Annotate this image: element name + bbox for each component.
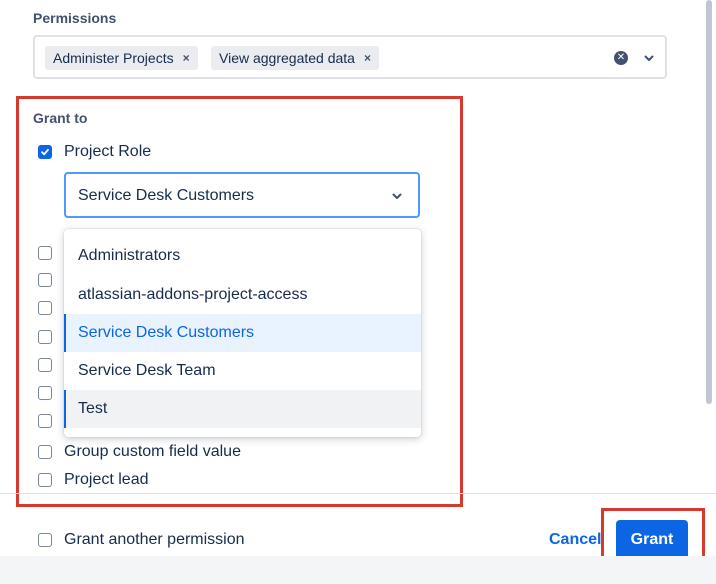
project-role-select[interactable]: Service Desk Customers — [64, 172, 420, 218]
grant-option-checkbox[interactable] — [38, 386, 52, 400]
project-lead-label: Project lead — [64, 471, 149, 488]
cancel-button[interactable]: Cancel — [549, 531, 601, 549]
grant-option-checkbox[interactable] — [38, 414, 52, 428]
group-custom-field-checkbox[interactable] — [38, 445, 52, 459]
group-custom-field-label: Group custom field value — [64, 443, 241, 460]
project-role-checkbox[interactable] — [38, 145, 52, 159]
grant-another-checkbox[interactable] — [38, 533, 52, 547]
grant-option-checkbox[interactable] — [38, 330, 52, 344]
grant-another-label: Grant another permission — [64, 531, 245, 548]
scrollbar[interactable] — [706, 0, 712, 404]
grant-to-label: Grant to — [33, 110, 88, 126]
grant-option-checkbox[interactable] — [38, 358, 52, 372]
project-role-dropdown-menu: Administrators atlassian-addons-project-… — [64, 229, 421, 437]
dropdown-option-atlassian-addons[interactable]: atlassian-addons-project-access — [64, 276, 421, 314]
permission-tag: Administer Projects × — [45, 46, 198, 70]
remove-tag-icon[interactable]: × — [183, 51, 190, 65]
dropdown-option-service-desk-customers[interactable]: Service Desk Customers — [64, 314, 421, 352]
footer-background — [0, 556, 716, 584]
grant-option-checkbox[interactable] — [38, 273, 52, 287]
permissions-label: Permissions — [33, 10, 117, 26]
dropdown-option-test[interactable]: Test — [64, 390, 421, 428]
project-role-label: Project Role — [64, 143, 152, 160]
remove-tag-icon[interactable]: × — [364, 51, 371, 65]
dropdown-option-service-desk-team[interactable]: Service Desk Team — [64, 352, 421, 390]
chevron-down-icon[interactable] — [391, 190, 403, 202]
chevron-down-icon[interactable] — [643, 52, 655, 64]
permissions-multiselect[interactable]: Administer Projects × View aggregated da… — [33, 35, 667, 79]
permission-tag-label: View aggregated data — [219, 50, 355, 66]
permission-tag-label: Administer Projects — [53, 50, 174, 66]
checkmark-icon — [41, 148, 49, 156]
dropdown-option-administrators[interactable]: Administrators — [64, 237, 421, 275]
footer-divider — [0, 493, 716, 494]
grant-option-checkbox[interactable] — [38, 246, 52, 260]
permission-tag: View aggregated data × — [211, 46, 379, 70]
grant-option-checkbox[interactable] — [38, 301, 52, 315]
clear-icon[interactable]: ✕ — [614, 51, 628, 65]
project-lead-checkbox[interactable] — [38, 473, 52, 487]
project-role-select-value: Service Desk Customers — [78, 187, 255, 204]
